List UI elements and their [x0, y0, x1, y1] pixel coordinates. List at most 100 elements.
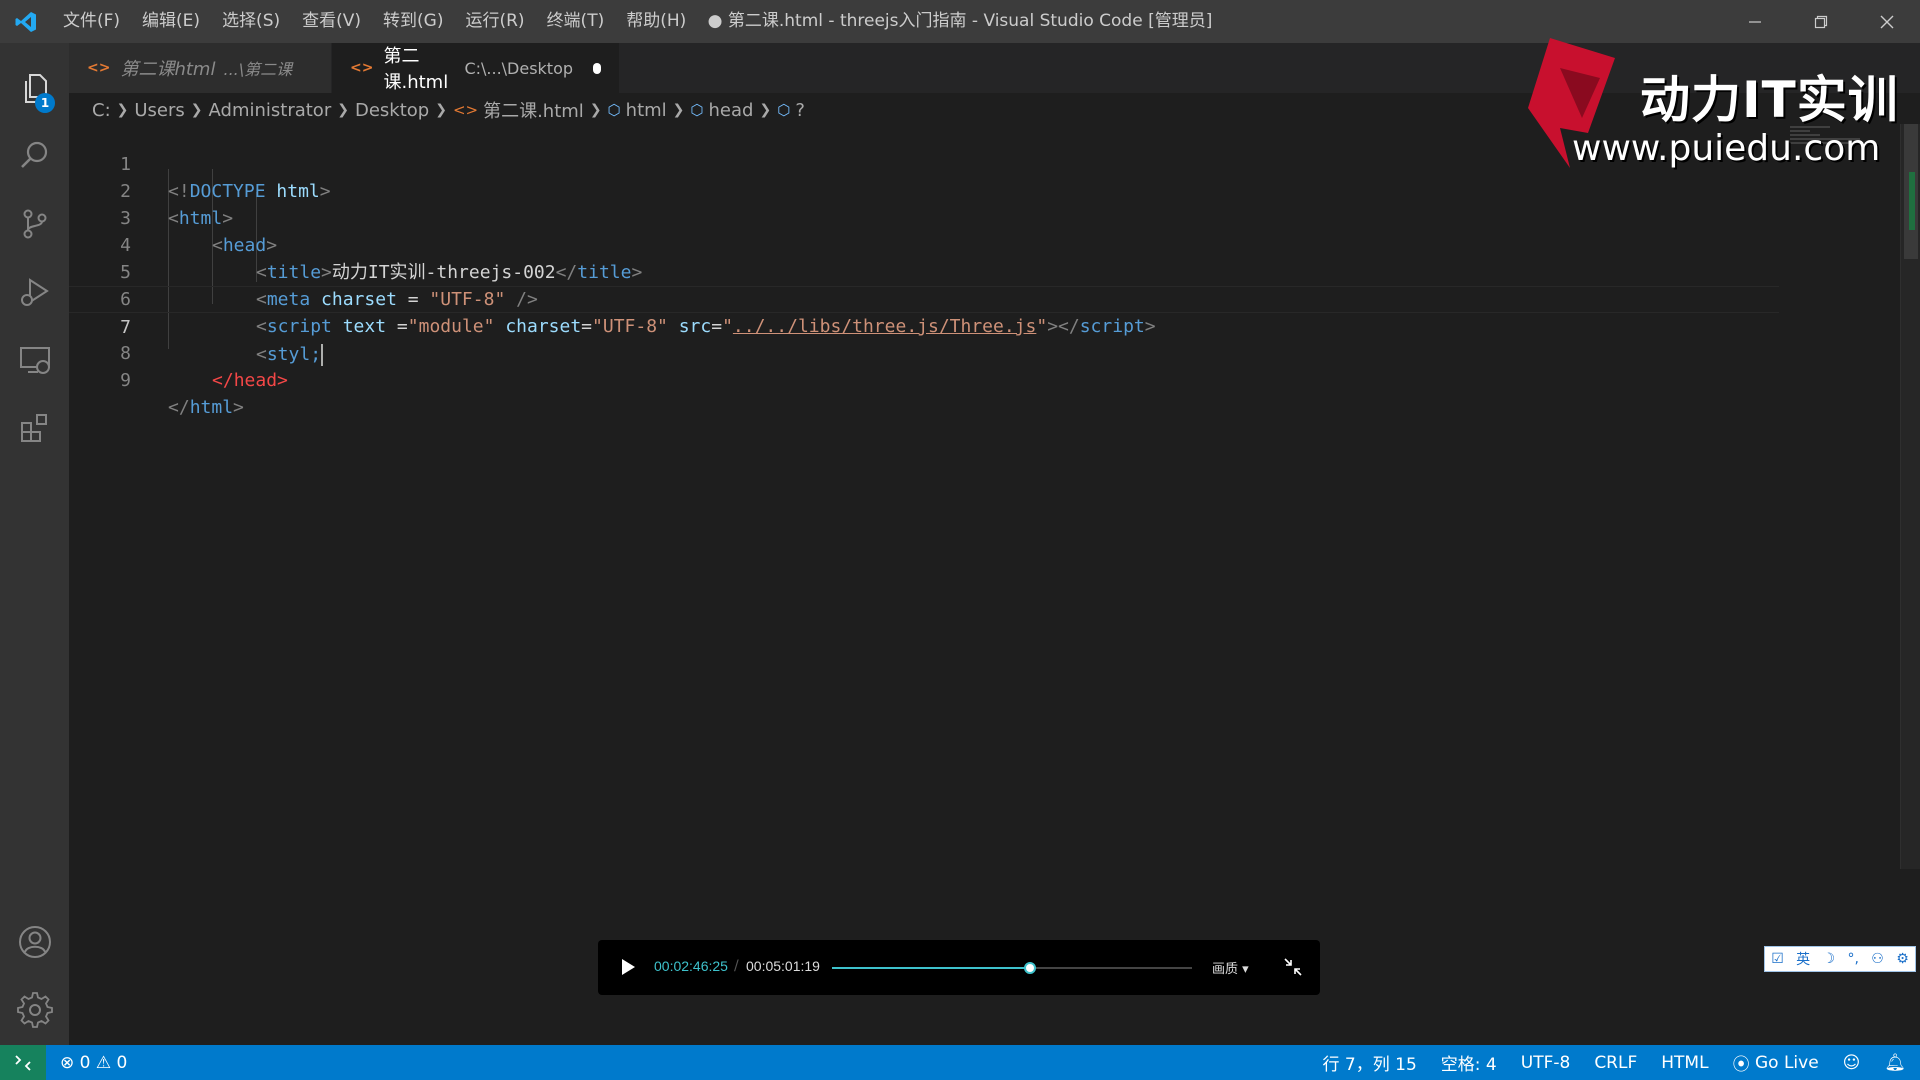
remote-explorer-icon: [19, 347, 50, 374]
problems-indicator[interactable]: ⊗ 0 ⚠ 0: [60, 1053, 127, 1073]
ime-mode-icon[interactable]: ☑: [1771, 951, 1784, 967]
ime-moon-icon[interactable]: ☽: [1823, 951, 1836, 967]
breadcrumb-drive[interactable]: C:: [92, 100, 111, 121]
chevron-right-icon: ❯: [190, 102, 203, 118]
notifications-bell-icon[interactable]: 🔔︎: [1884, 1053, 1906, 1073]
play-icon[interactable]: [618, 957, 638, 977]
ime-user-icon[interactable]: ⚇: [1871, 951, 1884, 967]
feedback-icon[interactable]: ☺: [1843, 1053, 1861, 1073]
search-button[interactable]: [0, 123, 69, 189]
close-icon: [1880, 15, 1894, 28]
code-text: </head>: [212, 370, 288, 391]
language-mode[interactable]: HTML: [1661, 1053, 1708, 1073]
menu-selection[interactable]: 选择(S): [211, 0, 291, 43]
restore-icon: [1814, 15, 1828, 28]
remote-icon: [15, 1054, 31, 1071]
code-text: </html>: [168, 397, 244, 418]
indentation[interactable]: 空格: 4: [1441, 1050, 1497, 1075]
symbol-element-icon: ⬡: [607, 101, 621, 119]
menu-file[interactable]: 文件(F): [52, 0, 131, 43]
breadcrumb-head-element[interactable]: head: [709, 100, 754, 121]
warning-icon: ⚠: [95, 1052, 112, 1073]
watermark-url: www.puiedu.com: [1572, 128, 1881, 169]
menu-go[interactable]: 转到(G): [372, 0, 454, 43]
source-control-button[interactable]: [0, 191, 69, 257]
menu-run[interactable]: 运行(R): [454, 0, 535, 43]
breadcrumb-administrator[interactable]: Administrator: [209, 100, 332, 121]
ime-settings-icon[interactable]: ⚙: [1896, 951, 1909, 967]
title-bar: 文件(F) 编辑(E) 选择(S) 查看(V) 转到(G) 运行(R) 终端(T…: [0, 0, 1920, 43]
remote-indicator[interactable]: [0, 1045, 46, 1080]
manage-button[interactable]: [0, 977, 69, 1043]
code-line: 9 </html>: [69, 340, 1779, 418]
total-time: 00:05:01:19: [746, 958, 820, 974]
code-line: 6 <script text ="module" charset="UTF-8"…: [69, 259, 1779, 337]
symbol-element-icon: ⬡: [777, 101, 791, 119]
time-separator: /: [734, 958, 739, 974]
chevron-right-icon: ❯: [337, 102, 349, 118]
go-live-button[interactable]: ⦿ Go Live: [1733, 1050, 1819, 1076]
chevron-right-icon: ❯: [672, 102, 685, 118]
current-time: 00:02:46:25: [654, 958, 728, 974]
tab-label: 第二课html: [120, 59, 216, 80]
error-icon: ⊗: [60, 1052, 75, 1073]
restore-button[interactable]: [1788, 0, 1854, 43]
chevron-right-icon: ❯: [435, 102, 447, 118]
chevron-right-icon: ❯: [116, 102, 129, 118]
breadcrumb-desktop[interactable]: Desktop: [355, 100, 429, 121]
explorer-button[interactable]: 1: [0, 55, 69, 121]
tab-first-lesson-folder[interactable]: <> 第二课html ...\第二课: [69, 43, 332, 93]
window-controls: [1722, 0, 1920, 43]
exit-fullscreen-icon[interactable]: [1282, 956, 1304, 978]
ime-toolbar: ☑ 英 ☽ °, ⚇ ⚙: [1764, 946, 1916, 972]
symbol-element-icon: ⬡: [690, 101, 704, 119]
quality-selector[interactable]: 画质 ▾: [1212, 958, 1249, 977]
code-line: 3 <head>: [69, 178, 1779, 256]
menu-terminal[interactable]: 终端(T): [536, 0, 616, 43]
progress-bar[interactable]: [832, 962, 1192, 974]
run-debug-button[interactable]: [0, 259, 69, 325]
menu-edit[interactable]: 编辑(E): [131, 0, 211, 43]
ime-punctuation-icon[interactable]: °,: [1847, 951, 1858, 967]
extensions-icon: [20, 414, 47, 442]
cursor-position[interactable]: 行 7，列 15: [1323, 1050, 1417, 1075]
watermark-logo: 动力IT实训 www.puiedu.com: [1520, 38, 1900, 178]
code-line: 8 </head>: [69, 313, 1779, 391]
settings-gear-icon: [16, 992, 53, 1028]
breadcrumb-html-element[interactable]: html: [626, 100, 667, 121]
html-file-icon: <>: [452, 101, 479, 119]
extensions-button[interactable]: [0, 395, 69, 461]
progress-handle[interactable]: [1024, 962, 1036, 974]
tab-first-lesson-desktop[interactable]: <> 第二课.html C:\...\Desktop: [332, 43, 620, 93]
chevron-right-icon: ❯: [589, 102, 602, 118]
menu-view[interactable]: 查看(V): [291, 0, 372, 43]
code-line-current: 7 <styl;: [69, 286, 1779, 366]
watermark-brand: 动力IT实训: [1640, 71, 1899, 129]
account-button[interactable]: [0, 909, 69, 975]
activity-bar: 1: [0, 43, 69, 1045]
code-line: 5 <meta charset = "UTF-8" />: [69, 232, 1779, 310]
scrollbar-change-marker: [1909, 172, 1915, 230]
code-editor[interactable]: 1 <!DOCTYPE html> 2 <html> 3 <head> 4 <t…: [69, 124, 1899, 1044]
line-number: 9: [120, 370, 131, 391]
minimize-button[interactable]: [1722, 0, 1788, 43]
explorer-badge: 1: [35, 93, 55, 113]
ime-language-toggle[interactable]: 英: [1796, 949, 1810, 969]
remote-explorer-button[interactable]: [0, 327, 69, 393]
progress-fill: [832, 967, 1030, 969]
breadcrumb: C: ❯ Users ❯ Administrator ❯ Desktop ❯ <…: [92, 96, 805, 124]
vertical-scrollbar[interactable]: [1900, 124, 1920, 869]
code-line: 4 <title>动力IT实训-threejs-002</title>: [69, 205, 1779, 283]
close-button[interactable]: [1854, 0, 1920, 43]
end-of-line[interactable]: CRLF: [1594, 1053, 1637, 1073]
breadcrumb-unknown-element[interactable]: ?: [795, 100, 805, 121]
source-control-icon: [23, 209, 46, 239]
tab-description: ...\第二课: [223, 60, 293, 79]
video-player-controls: 00:02:46:25 / 00:05:01:19 画质 ▾: [598, 940, 1320, 995]
breadcrumb-users[interactable]: Users: [134, 100, 184, 121]
breadcrumb-file[interactable]: 第二课.html: [483, 97, 584, 123]
menu-help[interactable]: 帮助(H): [615, 0, 697, 43]
unsaved-dot-icon[interactable]: [593, 62, 601, 74]
tab-label: 第二课.html: [383, 46, 449, 93]
file-encoding[interactable]: UTF-8: [1521, 1053, 1571, 1073]
